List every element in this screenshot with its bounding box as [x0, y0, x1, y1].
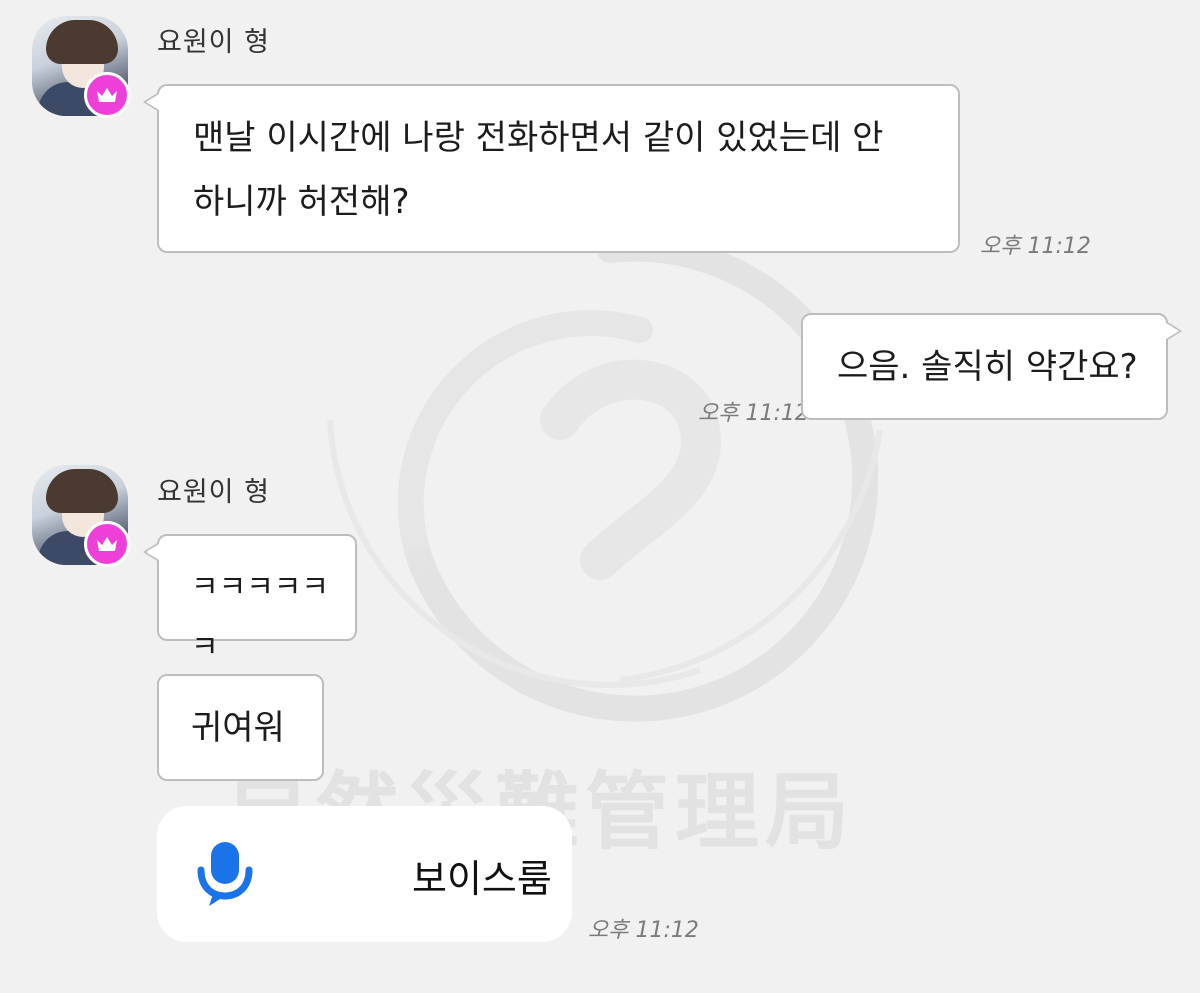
- message-text: ㅋㅋㅋㅋㅋㅋ: [191, 570, 329, 665]
- message-bubble[interactable]: 귀여워: [157, 674, 324, 781]
- microphone-chat-icon: [197, 842, 253, 906]
- sender-name: 요원이 형: [157, 27, 270, 58]
- message-text: 귀여워: [191, 708, 285, 748]
- crown-icon: [97, 537, 117, 551]
- voice-room-label: 보이스룸: [412, 857, 552, 901]
- message-time: 오후 11:12: [698, 401, 809, 426]
- crown-badge: [84, 521, 130, 567]
- message-line: 하니까 허전해?: [193, 182, 410, 222]
- message-bubble[interactable]: 맨날 이시간에 나랑 전화하면서 같이 있었는데 안 하니까 허전해?: [143, 84, 960, 253]
- sender-name: 요원이 형: [157, 477, 270, 508]
- voice-room-card[interactable]: 보이스룸: [157, 806, 572, 942]
- crown-badge: [84, 72, 130, 118]
- message-text: 으음. 솔직히 약간요?: [837, 347, 1138, 387]
- message-bubble[interactable]: ㅋㅋㅋㅋㅋㅋ: [143, 534, 357, 665]
- my-message-bubble[interactable]: 으음. 솔직히 약간요?: [801, 313, 1182, 420]
- crown-icon: [97, 88, 117, 102]
- message-line: 맨날 이시간에 나랑 전화하면서 같이 있었는데 안: [193, 118, 884, 158]
- message-time: 오후 11:12: [980, 234, 1091, 259]
- message-time: 오후 11:12: [588, 918, 699, 943]
